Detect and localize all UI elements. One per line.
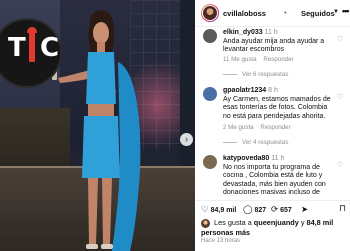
liked-by: Les gusta a queenjuandy y 84,8 mil perso…	[201, 218, 346, 237]
comment-text: Anda ayudar mija anda ayudar a levantar …	[223, 37, 325, 54]
shares-count: 657	[280, 207, 292, 214]
heart-icon[interactable]: ♡	[201, 204, 209, 214]
comment-text-block: katypoveda80 11 h No nos importa tu prog…	[223, 155, 335, 199]
woman-figure	[58, 10, 141, 251]
heart-icon[interactable]: ♡	[337, 93, 343, 101]
send-icon[interactable]: ➤	[301, 204, 308, 214]
commenter-avatar[interactable]	[203, 29, 217, 43]
heart-icon[interactable]: ♡	[337, 161, 343, 169]
comment-text-block: gpaolatr1234 8 h Ay Carmen, estamos mama…	[223, 87, 335, 121]
liker-avatar	[201, 218, 210, 228]
comments-count: 827	[254, 207, 267, 214]
view-replies-button[interactable]: Ver 6 respuestas	[223, 71, 288, 78]
likes-count: 84,9 mil	[210, 207, 237, 214]
logo-knife-icon	[29, 30, 35, 62]
action-bar: ♡ 84,9 mil ◯ 827 ⟳ 657 ➤ ⊓	[195, 200, 350, 214]
comment-text-block: elkin_dy033 11 h Anda ayudar mija anda a…	[223, 29, 335, 55]
bookmark-icon[interactable]: ⊓	[339, 203, 346, 214]
liked-by-middle: y	[300, 218, 305, 227]
share-action[interactable]: ➤	[301, 204, 310, 215]
comment-text: No nos importa tu programa de cocina , C…	[223, 163, 326, 197]
comment-time: 8 h	[268, 87, 278, 94]
following-button[interactable]: Seguidos	[301, 9, 335, 18]
commenter-avatar[interactable]	[203, 87, 217, 101]
comment-username[interactable]: katypoveda80	[223, 155, 269, 162]
heart-icon[interactable]: ♡	[337, 35, 343, 43]
view-replies-button[interactable]: Ver 4 respuestas	[223, 139, 288, 146]
comment-username[interactable]: elkin_dy033	[223, 29, 263, 36]
like-action[interactable]: ♡ 84,9 mil	[201, 204, 236, 215]
comment-time: 11 h	[271, 155, 285, 162]
comment-action[interactable]: ◯ 827	[243, 204, 266, 215]
reply-button[interactable]: Responder	[263, 56, 293, 63]
comment-bubble-icon[interactable]: ◯	[243, 204, 253, 214]
comment-username[interactable]: gpaolatr1234	[223, 87, 266, 94]
repost-action[interactable]: ⟳ 657	[271, 204, 292, 215]
author-username[interactable]: cvillaloboss	[223, 9, 266, 18]
liked-by-user[interactable]: queenjuandy	[254, 218, 299, 227]
posted-time: Hace 13 horas	[201, 238, 241, 244]
author-avatar[interactable]	[201, 4, 219, 22]
comment-text: Ay Carmen, estamos mamados de esas tonte…	[223, 95, 331, 120]
comments-panel: cvillaloboss • Seguidos ▼ ••• elkin_dy03…	[195, 0, 350, 251]
comment-meta: 2 Me gusta Responder	[223, 124, 296, 131]
comment-likes[interactable]: 11 Me gusta	[223, 56, 257, 63]
chevron-down-icon[interactable]: ▼	[333, 9, 339, 15]
post-photo[interactable]: T C ›	[0, 0, 195, 251]
commenter-avatar[interactable]	[203, 155, 217, 169]
comment-likes[interactable]: 2 Me gusta	[223, 124, 254, 131]
reply-button[interactable]: Responder	[260, 124, 290, 131]
separator-dot: •	[284, 8, 287, 17]
liked-by-prefix: Les gusta a	[214, 218, 252, 227]
more-dots-icon[interactable]: •••	[342, 6, 350, 16]
repost-icon[interactable]: ⟳	[271, 204, 278, 214]
comment-time: 11 h	[264, 29, 278, 36]
comment-meta: 11 Me gusta Responder	[223, 56, 299, 63]
next-photo-icon[interactable]: ›	[180, 133, 193, 146]
post-header: cvillaloboss • Seguidos ▼ •••	[195, 0, 350, 27]
logo-letter-t: T	[8, 33, 26, 63]
view-replies-label: Ver 4 respuestas	[242, 139, 289, 146]
view-replies-label: Ver 6 respuestas	[242, 71, 289, 78]
